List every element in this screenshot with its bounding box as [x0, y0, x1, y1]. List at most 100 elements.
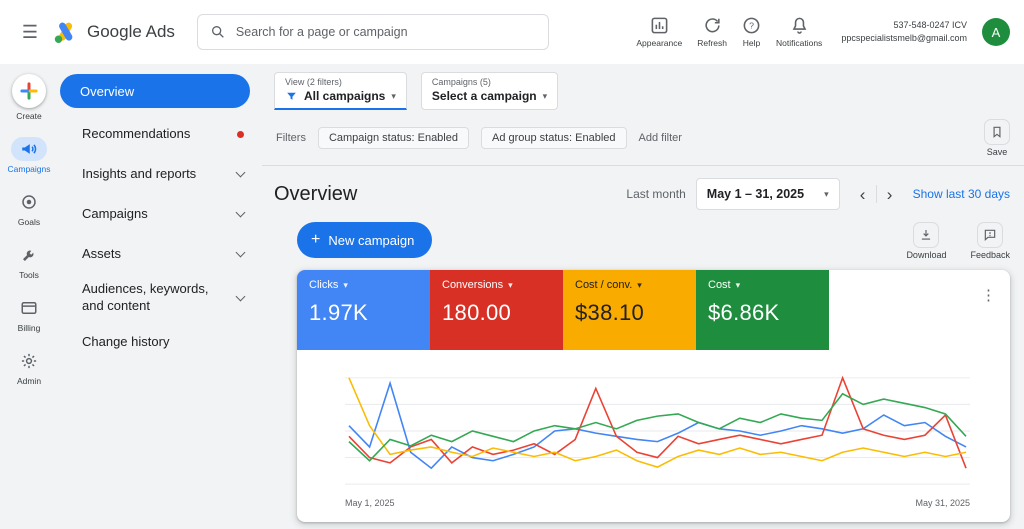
app-name: Google Ads [87, 22, 175, 41]
filters-label: Filters [276, 132, 306, 144]
sidebar-label-recommendations: Recommendations [82, 125, 191, 141]
view-filter-dropdown[interactable]: View (2 filters) All campaigns ▾ [274, 72, 407, 110]
search-box[interactable] [196, 14, 549, 50]
timeseries-chart[interactable] [345, 366, 970, 494]
avatar-letter: A [991, 24, 1001, 40]
campaign-select-dropdown[interactable]: Campaigns (5) Select a campaign ▾ [420, 72, 559, 110]
sidebar-item-assets[interactable]: Assets [58, 234, 262, 274]
filter-chip-ad-group-status[interactable]: Ad group status: Enabled [480, 127, 627, 149]
goals-icon [11, 190, 47, 214]
sidebar-nav: Overview Recommendations Insights and re… [58, 64, 262, 529]
previous-period-button[interactable]: ‹ [850, 181, 876, 207]
create-plus-icon [12, 74, 46, 108]
chevron-down-icon [235, 291, 246, 301]
rail-item-admin[interactable]: Admin [11, 349, 47, 386]
filter-chip-campaign-status[interactable]: Campaign status: Enabled [317, 127, 469, 149]
rail-item-billing[interactable]: Billing [11, 296, 47, 333]
kebab-menu-icon[interactable]: ⋮ [981, 288, 996, 303]
sidebar-item-audiences[interactable]: Audiences, keywords, and content [58, 274, 262, 322]
feedback-button[interactable]: Feedback [970, 222, 1010, 260]
tools-icon [11, 243, 47, 267]
rail-item-create[interactable]: Create [12, 74, 46, 121]
next-period-button[interactable]: › [877, 181, 903, 207]
rail-label-tools: Tools [19, 270, 39, 280]
scorecard-conversions-label: Conversions [442, 279, 504, 291]
save-button[interactable]: Save [984, 119, 1010, 157]
download-label: Download [906, 250, 947, 260]
scorecard-conversions[interactable]: Conversions ▾ 180.00 [430, 270, 563, 350]
save-label: Save [986, 147, 1008, 157]
scorecard-cost-value: $6.86K [708, 300, 780, 325]
scorecard-cost-per-conv-value: $38.10 [575, 300, 645, 325]
download-icon [913, 222, 940, 248]
google-ads-logo[interactable]: Google Ads [52, 19, 175, 46]
sidebar-item-campaigns[interactable]: Campaigns [58, 194, 262, 234]
new-campaign-button[interactable]: + New campaign [297, 222, 433, 258]
account-email: ppcspecialistsmelb@gmail.com [841, 33, 967, 43]
rail-item-goals[interactable]: Goals [11, 190, 47, 227]
view-filter-value: All campaigns [304, 89, 386, 103]
rail-label-admin: Admin [16, 376, 42, 386]
sidebar-label-change-history: Change history [82, 333, 170, 349]
dropdown-arrow-icon: ▾ [391, 90, 396, 101]
appearance-button[interactable]: Appearance [636, 16, 682, 48]
download-button[interactable]: Download [906, 222, 946, 260]
plus-icon: + [311, 231, 321, 248]
page-actions-row: + New campaign Download Feedback [297, 222, 1010, 260]
rail-item-tools[interactable]: Tools [11, 243, 47, 280]
scorecard-cost[interactable]: Cost ▾ $6.86K [696, 270, 829, 350]
sidebar-label-insights: Insights and reports [82, 165, 197, 181]
help-icon: ? [743, 17, 760, 34]
show-last-30-days-link[interactable]: Show last 30 days [913, 187, 1010, 201]
icon-rail: Create Campaigns Goals Tools Billing Adm… [0, 64, 58, 529]
appearance-icon [651, 17, 668, 34]
rail-item-campaigns[interactable]: Campaigns [8, 137, 51, 174]
search-input[interactable] [233, 24, 536, 40]
sidebar-label-campaigns: Campaigns [82, 205, 148, 221]
sidebar-label-assets: Assets [82, 245, 122, 261]
dropdown-arrow-icon: ▾ [508, 279, 513, 290]
dropdown-arrow-icon: ▾ [343, 279, 348, 290]
topbar: ☰ Google Ads Appearance [0, 0, 1024, 64]
svg-text:?: ? [749, 21, 754, 31]
campaign-select-value: Select a campaign [431, 89, 537, 103]
dropdown-arrow-icon: ▾ [735, 279, 741, 290]
refresh-label: Refresh [697, 38, 727, 48]
chevron-down-icon [235, 207, 246, 217]
date-range-value: May 1 – 31, 2025 [706, 187, 805, 201]
sidebar-item-insights-and-reports[interactable]: Insights and reports [58, 154, 262, 194]
appearance-label: Appearance [636, 38, 683, 48]
feedback-icon [977, 222, 1004, 248]
sidebar-item-overview[interactable]: Overview [60, 74, 250, 108]
sidebar-item-change-history[interactable]: Change history [58, 322, 262, 362]
feedback-label: Feedback [970, 250, 1010, 260]
notifications-icon [792, 17, 806, 34]
scorecard-cost-per-conv[interactable]: Cost / conv. ▾ $38.10 [563, 270, 696, 350]
rail-label-billing: Billing [17, 323, 41, 333]
x-axis: May 1, 2025 May 31, 2025 [345, 494, 970, 518]
admin-gear-icon [11, 349, 47, 373]
save-icon [984, 119, 1010, 145]
chart-actions: Download Feedback [906, 222, 1010, 260]
menu-button[interactable]: ☰ [10, 12, 50, 52]
overview-chart: May 1, 2025 May 31, 2025 [297, 350, 1010, 522]
view-filters-row: View (2 filters) All campaigns ▾ Campaig… [262, 64, 1024, 117]
x-axis-end-label: May 31, 2025 [915, 498, 970, 508]
avatar[interactable]: A [982, 18, 1010, 46]
dropdown-arrow-icon: ▾ [542, 90, 548, 101]
date-range-selector[interactable]: May 1 – 31, 2025 ▾ [695, 178, 840, 210]
refresh-button[interactable]: Refresh [697, 16, 727, 48]
dropdown-arrow-icon: ▾ [637, 279, 642, 290]
sidebar-item-recommendations[interactable]: Recommendations [58, 114, 262, 154]
view-filter-label: View (2 filters) [285, 77, 342, 87]
help-button[interactable]: ? Help [742, 16, 761, 48]
sidebar-label-audiences: Audiences, keywords, and content [82, 281, 209, 313]
notifications-button[interactable]: Notifications [776, 16, 822, 48]
add-filter-button[interactable]: Add filter [639, 132, 682, 144]
notification-dot [237, 130, 244, 138]
page-title: Overview [274, 182, 358, 205]
new-campaign-label: New campaign [328, 232, 415, 248]
scorecard-clicks[interactable]: Clicks ▾ 1.97K [297, 270, 430, 350]
funnel-icon [287, 92, 296, 100]
dropdown-arrow-icon: ▾ [824, 188, 829, 199]
